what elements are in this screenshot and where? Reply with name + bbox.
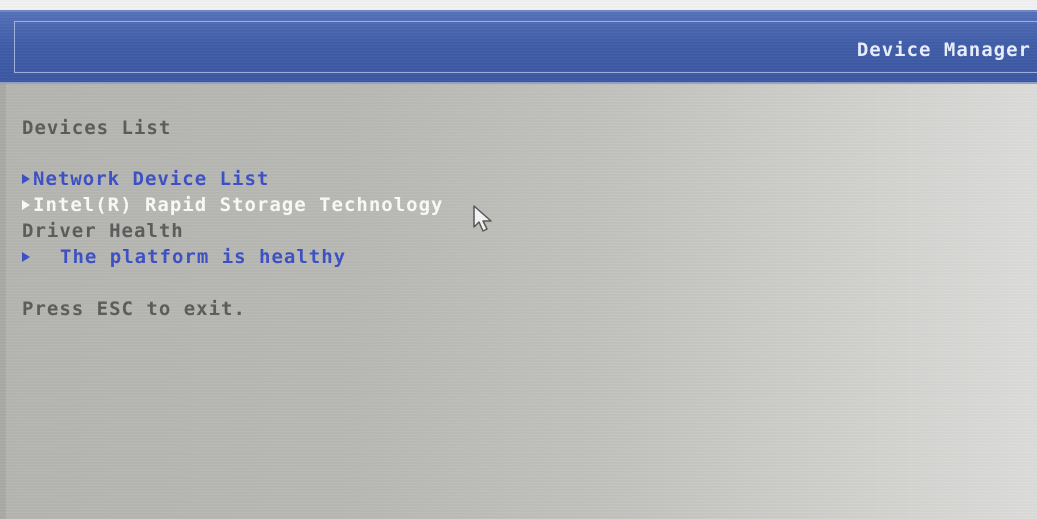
menu-item-label: The platform is healthy: [60, 246, 347, 268]
right-triangle-icon: [22, 252, 30, 262]
page-title: Device Manager: [856, 39, 1031, 61]
menu-item-label: Network Device List: [33, 168, 270, 190]
right-triangle-icon: [22, 174, 30, 184]
left-edge: [0, 84, 6, 519]
driver-health-title: Driver Health: [22, 220, 184, 242]
title-bar: Device Manager: [0, 10, 1037, 84]
section-title: Devices List: [22, 117, 172, 139]
exit-hint: Press ESC to exit.: [22, 298, 246, 320]
menu-item-intel-rapid-storage[interactable]: Intel(R) Rapid Storage Technology: [22, 192, 444, 218]
bios-screen: Device Manager Devices List Network Devi…: [0, 0, 1037, 519]
menu-item-network-device-list[interactable]: Network Device List: [22, 166, 444, 192]
menu-item-label: Intel(R) Rapid Storage Technology: [33, 194, 444, 216]
right-triangle-icon: [22, 200, 30, 210]
top-border: [0, 0, 1037, 10]
mouse-cursor-icon: [473, 205, 492, 232]
device-manager-content: Devices List Network Device List Intel(R…: [22, 115, 444, 322]
menu-item-platform-health[interactable]: The platform is healthy: [22, 244, 444, 270]
